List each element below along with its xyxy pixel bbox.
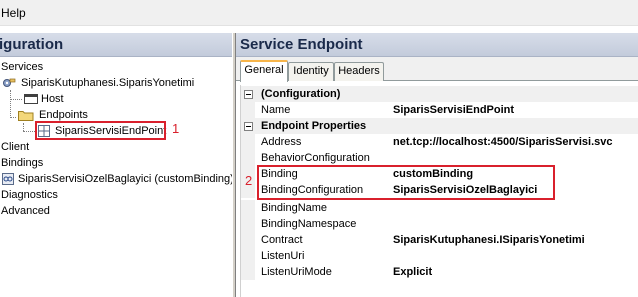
highlight-box-2 [257,165,555,200]
collapse-toggle-icon[interactable] [244,90,253,99]
tree-item-client[interactable]: Client [0,140,30,154]
service-endpoint-title: Service Endpoint [240,36,363,53]
tree-connector [10,90,11,118]
tab-identity[interactable]: Identity [288,62,334,81]
property-row-listen-uri[interactable]: ListenUri [241,248,638,264]
property-row-listen-uri-mode[interactable]: ListenUriMode Explicit [241,264,638,280]
tab-headers[interactable]: Headers [334,62,384,81]
configuration-title: iguration [0,36,64,53]
tree-connector [23,123,24,131]
tree-item-service[interactable]: SiparisKutuphanesi.SiparisYonetimi [0,76,195,90]
property-value-listen-uri-mode[interactable]: Explicit [393,264,432,280]
callout-number-2: 2 [245,173,253,188]
tree-connector [23,131,35,132]
property-row-address[interactable]: Address net.tcp://localhost:4500/Siparis… [241,134,638,150]
tree-item-advanced[interactable]: Advanced [0,204,51,218]
tab-general[interactable]: General [240,60,288,82]
configuration-tree-pane: iguration Services SiparisKutuphanesi.Si… [0,33,235,297]
folder-icon [18,109,34,121]
property-row-contract[interactable]: Contract SiparisKutuphanesi.ISiparisYone… [241,232,638,248]
property-value-contract[interactable]: SiparisKutuphanesi.ISiparisYonetimi [393,232,585,248]
configuration-header: iguration [0,33,232,57]
callout-number-1: 1 [172,121,180,136]
collapse-toggle-icon[interactable] [244,122,253,131]
tree-item-services[interactable]: Services [0,60,44,74]
service-endpoint-header: Service Endpoint [236,33,638,57]
property-row-behavior-configuration[interactable]: BehaviorConfiguration [241,150,638,166]
binding-icon [2,173,14,185]
property-row-binding-name[interactable]: BindingName [241,200,638,216]
tree-connector [10,99,22,100]
menu-bar: Help [0,0,638,26]
host-window-icon [24,94,38,104]
service-gear-icon [2,77,16,89]
tree-item-endpoints[interactable]: Endpoints [16,108,89,122]
category-endpoint-properties[interactable]: Endpoint Properties [241,118,638,134]
property-row-name[interactable]: Name SiparisServisiEndPoint [241,102,638,118]
property-grid: (Configuration) Name SiparisServisiEndPo… [240,85,638,297]
highlight-box-1 [35,121,166,140]
tab-strip: General Identity Headers [236,57,638,82]
property-value-name[interactable]: SiparisServisiEndPoint [393,102,514,118]
category-configuration[interactable]: (Configuration) [241,86,638,102]
tree-item-bindings[interactable]: Bindings [0,156,44,170]
tree-item-diagnostics[interactable]: Diagnostics [0,188,59,202]
menu-help[interactable]: Help [0,6,26,20]
property-row-binding-namespace[interactable]: BindingNamespace [241,216,638,232]
property-value-address[interactable]: net.tcp://localhost:4500/SiparisServisi.… [393,134,612,150]
service-endpoint-pane: Service Endpoint General Identity Header… [236,33,638,297]
tree-item-binding[interactable]: SiparisServisiOzelBaglayici (customBindi… [0,172,235,186]
tree-item-host[interactable]: Host [22,92,65,106]
